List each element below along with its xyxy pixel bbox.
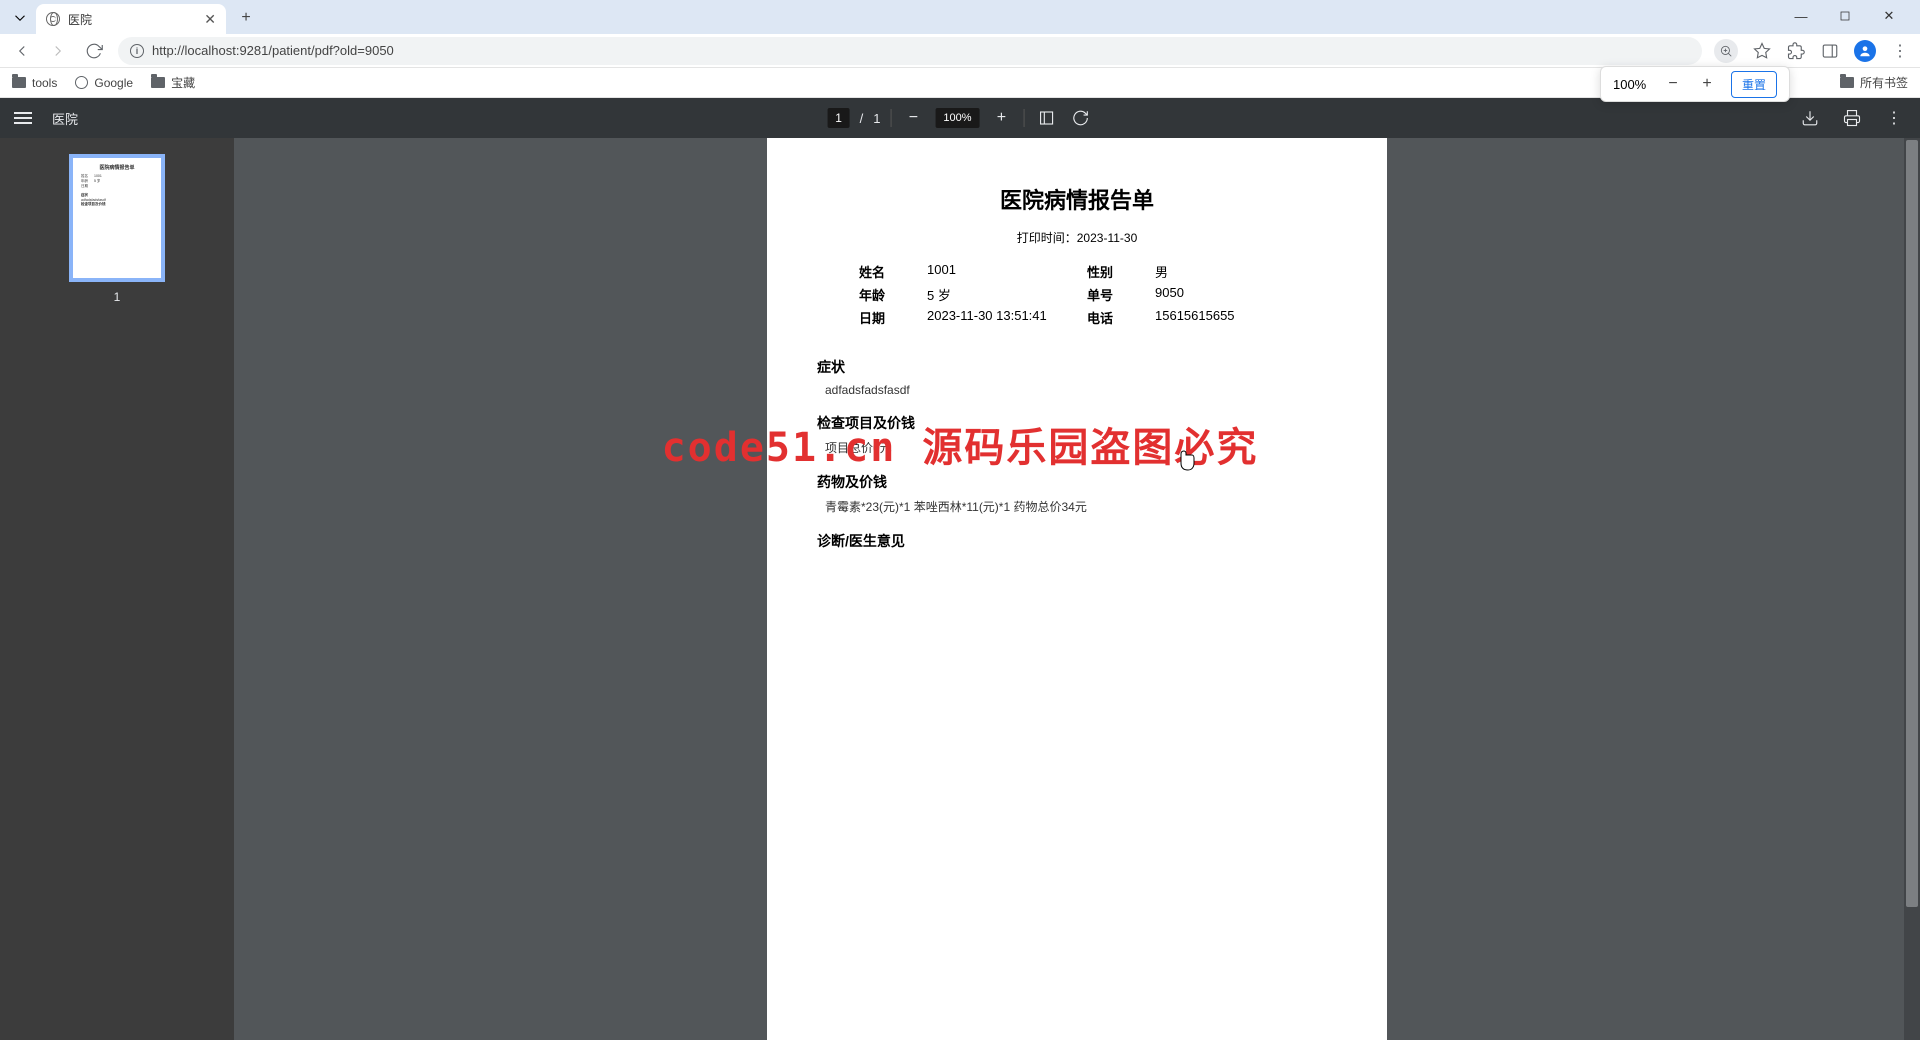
- more-icon[interactable]: ⋮: [1882, 106, 1906, 130]
- zoom-percent: 100%: [1613, 77, 1649, 92]
- separator: [890, 109, 891, 127]
- folder-icon: [1840, 77, 1854, 88]
- globe-icon: [46, 12, 60, 26]
- zoom-in-button[interactable]: +: [989, 106, 1013, 130]
- zoom-reset-button[interactable]: 重置: [1731, 71, 1777, 98]
- pdf-toolbar: 医院 1 / 1 − 100% + ⋮: [0, 98, 1920, 138]
- pdf-title: 医院: [52, 109, 78, 128]
- profile-avatar[interactable]: [1854, 40, 1876, 62]
- zoom-in-button[interactable]: +: [1697, 74, 1717, 94]
- site-info-icon[interactable]: i: [130, 44, 144, 58]
- bookmark-label: 所有书签: [1860, 74, 1908, 91]
- reload-button[interactable]: [82, 39, 106, 63]
- zoom-popup: 100% − + 重置: [1600, 66, 1790, 102]
- zoom-indicator-icon[interactable]: [1714, 39, 1738, 63]
- extensions-icon[interactable]: [1786, 41, 1806, 61]
- cursor-icon: [1178, 450, 1196, 477]
- print-icon[interactable]: [1840, 106, 1864, 130]
- zoom-level-input[interactable]: 100%: [935, 108, 979, 128]
- pdf-viewer: 医院 1 / 1 − 100% + ⋮: [0, 98, 1920, 1040]
- tab-close-button[interactable]: ✕: [204, 11, 216, 28]
- address-bar: i http://localhost:9281/patient/pdf?old=…: [0, 34, 1920, 68]
- bookmark-label: 宝藏: [171, 74, 195, 91]
- bookmark-treasure[interactable]: 宝藏: [151, 74, 195, 91]
- page-area[interactable]: 医院病情报告单 打印时间：2023-11-30 姓名1001 性别男 年龄5 岁…: [234, 138, 1920, 1040]
- window-controls: — ✕: [1788, 6, 1912, 34]
- section-meds: 药物及价钱 青霉素*23(元)*1 苯唑西林*11(元)*1 药物总价34元: [817, 472, 1337, 515]
- scrollbar-vertical[interactable]: [1904, 138, 1920, 1040]
- bookmark-all[interactable]: 所有书签: [1840, 74, 1908, 91]
- pdf-page: 医院病情报告单 打印时间：2023-11-30 姓名1001 性别男 年龄5 岁…: [767, 138, 1387, 1040]
- zoom-out-button[interactable]: −: [901, 106, 925, 130]
- hamburger-icon[interactable]: [14, 112, 32, 124]
- pdf-body: 医院病情报告单 姓名1001 年龄5 岁 日期 症状 adfadsfadsfas…: [0, 138, 1920, 1040]
- url-input[interactable]: i http://localhost:9281/patient/pdf?old=…: [118, 37, 1702, 65]
- section-exam: 检查项目及价钱 项目总价0元: [817, 413, 1337, 456]
- globe-icon: [75, 76, 88, 89]
- section-diagnosis: 诊断/医生意见: [817, 531, 1337, 551]
- sidepanel-icon[interactable]: [1820, 41, 1840, 61]
- bookmark-star-icon[interactable]: [1752, 41, 1772, 61]
- maximize-button[interactable]: [1832, 6, 1858, 26]
- tab-search-button[interactable]: [8, 6, 32, 30]
- minimize-button[interactable]: —: [1788, 6, 1814, 26]
- fit-page-icon[interactable]: [1034, 106, 1058, 130]
- toolbar-icons: ⋮: [1714, 39, 1910, 63]
- folder-icon: [151, 77, 165, 88]
- section-symptoms: 症状 adfadsfadsfasdf: [817, 357, 1337, 397]
- tab-title: 医院: [68, 11, 92, 28]
- rotate-icon[interactable]: [1068, 106, 1092, 130]
- page-thumbnail[interactable]: 医院病情报告单 姓名1001 年龄5 岁 日期 症状 adfadsfadsfas…: [69, 154, 165, 282]
- zoom-out-button[interactable]: −: [1663, 74, 1683, 94]
- close-window-button[interactable]: ✕: [1876, 6, 1902, 26]
- back-button[interactable]: [10, 39, 34, 63]
- scrollbar-thumb[interactable]: [1906, 140, 1918, 907]
- page-number-input[interactable]: 1: [828, 108, 850, 128]
- browser-tab[interactable]: 医院 ✕: [36, 4, 226, 34]
- bookmark-google[interactable]: Google: [75, 76, 133, 90]
- bookmark-label: tools: [32, 76, 57, 90]
- kebab-menu-icon[interactable]: ⋮: [1890, 41, 1910, 61]
- forward-button[interactable]: [46, 39, 70, 63]
- download-icon[interactable]: [1798, 106, 1822, 130]
- print-time: 打印时间：2023-11-30: [817, 229, 1337, 246]
- thumbnail-panel: 医院病情报告单 姓名1001 年龄5 岁 日期 症状 adfadsfadsfas…: [0, 138, 234, 1040]
- thumb-title: 医院病情报告单: [81, 164, 153, 171]
- bookmark-label: Google: [94, 76, 133, 90]
- folder-icon: [12, 77, 26, 88]
- tab-strip: 医院 ✕ + — ✕: [0, 0, 1920, 34]
- patient-info-grid: 姓名1001 性别男 年龄5 岁 单号9050 日期2023-11-30 13:…: [859, 262, 1295, 327]
- page-sep: /: [860, 111, 864, 126]
- thumbnail-number: 1: [114, 290, 121, 304]
- page-total: 1: [873, 111, 880, 126]
- bookmark-tools[interactable]: tools: [12, 76, 57, 90]
- separator: [1023, 109, 1024, 127]
- report-title: 医院病情报告单: [817, 183, 1337, 215]
- new-tab-button[interactable]: +: [232, 4, 260, 32]
- url-text: http://localhost:9281/patient/pdf?old=90…: [152, 43, 394, 58]
